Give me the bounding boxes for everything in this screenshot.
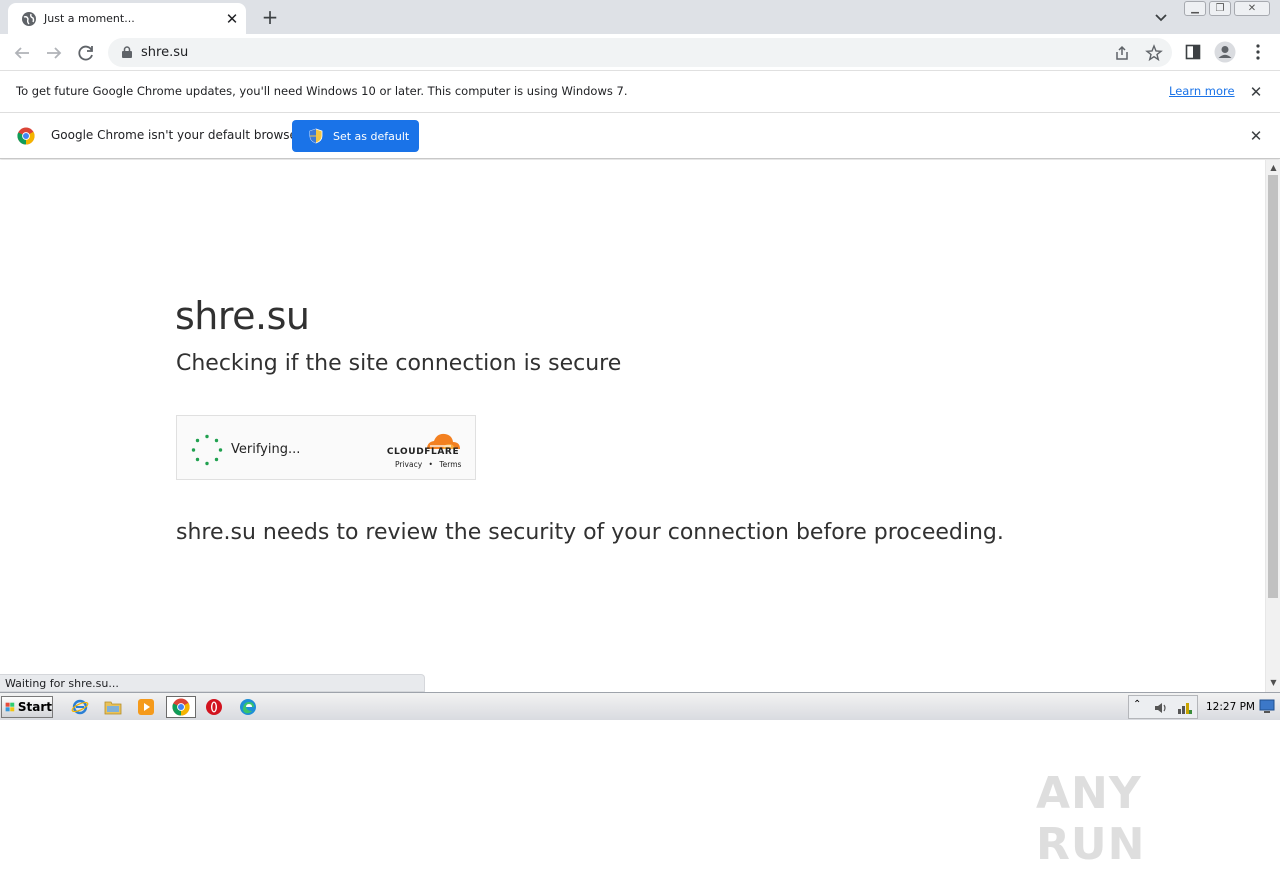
network-icon[interactable] (1177, 700, 1193, 716)
cloudflare-wordmark: CLOUDFLARE (386, 447, 460, 457)
scroll-down-icon[interactable]: ▼ (1269, 678, 1278, 687)
link-separator: • (428, 460, 433, 469)
edge-icon[interactable] (236, 696, 260, 718)
cloudflare-links: Privacy • Terms (395, 460, 461, 469)
file-explorer-icon[interactable] (101, 696, 125, 718)
toolbar: shre.su (0, 34, 1280, 71)
uac-shield-icon (309, 128, 323, 144)
address-bar[interactable]: shre.su (108, 38, 1172, 67)
anyrun-watermark: ANY RUN (1036, 768, 1146, 870)
page-title: shre.su (175, 294, 310, 338)
side-panel-icon[interactable] (1184, 43, 1202, 61)
close-icon[interactable]: ✕ (1248, 83, 1264, 101)
bookmark-star-icon[interactable] (1145, 44, 1163, 62)
system-tray: ⌃ (1128, 695, 1198, 719)
back-icon[interactable] (9, 40, 35, 66)
default-browser-message: Google Chrome isn't your default browser (51, 128, 302, 142)
chrome-taskbar-icon[interactable] (166, 696, 196, 718)
learn-more-link[interactable]: Learn more (1169, 84, 1235, 98)
action-center-icon[interactable] (1258, 697, 1276, 715)
internet-explorer-icon[interactable] (68, 696, 92, 718)
terms-link[interactable]: Terms (439, 460, 461, 469)
volume-icon[interactable] (1153, 700, 1169, 716)
tab-search-chevron-icon[interactable] (1150, 6, 1172, 28)
cloudflare-challenge-widget[interactable]: Verifying... CLOUDFLARE Privacy • Terms (176, 415, 476, 480)
review-message: shre.su needs to review the security of … (176, 520, 1004, 545)
status-text: Waiting for shre.su... (5, 677, 119, 690)
new-tab-button[interactable]: + (258, 5, 282, 29)
show-hidden-icons-icon[interactable]: ⌃ (1133, 699, 1141, 710)
start-label: Start (17, 700, 52, 714)
forward-icon[interactable] (41, 40, 67, 66)
clock[interactable]: 12:27 PM (1206, 701, 1255, 713)
menu-kebab-icon[interactable] (1250, 43, 1266, 61)
media-player-icon[interactable] (134, 696, 158, 718)
tab-close-icon[interactable]: ✕ (222, 9, 242, 29)
start-button[interactable]: Start (1, 696, 53, 718)
tab-strip: Just a moment... ✕ + ▁ ❐ ✕ (0, 0, 1280, 34)
share-icon[interactable] (1113, 44, 1131, 62)
page-subtitle: Checking if the site connection is secur… (176, 351, 622, 376)
url-text[interactable]: shre.su (141, 45, 188, 60)
tab-title: Just a moment... (44, 12, 135, 25)
status-bubble: Waiting for shre.su... (0, 674, 425, 692)
taskbar: Start ⌃ 12:27 PM (0, 692, 1280, 720)
reload-icon[interactable] (73, 40, 99, 66)
windows-flag-icon (5, 702, 15, 712)
privacy-link[interactable]: Privacy (395, 460, 422, 469)
update-infobar: To get future Google Chrome updates, you… (0, 71, 1280, 113)
default-browser-infobar: Google Chrome isn't your default browser… (0, 113, 1280, 159)
tab-active[interactable]: Just a moment... ✕ (8, 3, 246, 34)
scroll-thumb[interactable] (1268, 175, 1278, 598)
profile-avatar-icon[interactable] (1214, 41, 1236, 63)
minimize-button[interactable]: ▁ (1184, 1, 1206, 16)
scroll-up-icon[interactable]: ▲ (1269, 163, 1278, 172)
restore-button[interactable]: ❐ (1209, 1, 1231, 16)
vertical-scrollbar[interactable]: ▲ ▼ (1265, 160, 1280, 692)
verifying-text: Verifying... (231, 442, 301, 457)
page-content: shre.su Checking if the site connection … (0, 160, 1265, 870)
update-message: To get future Google Chrome updates, you… (16, 84, 628, 98)
lock-icon[interactable] (120, 45, 134, 59)
set-as-default-label: Set as default (333, 129, 410, 143)
close-icon[interactable]: ✕ (1248, 127, 1264, 145)
opera-icon[interactable] (202, 696, 226, 718)
chrome-logo-icon (17, 127, 35, 145)
close-window-button[interactable]: ✕ (1234, 1, 1270, 16)
set-as-default-button[interactable]: Set as default (292, 120, 419, 152)
spinner-icon (191, 434, 223, 466)
globe-icon (22, 12, 36, 26)
